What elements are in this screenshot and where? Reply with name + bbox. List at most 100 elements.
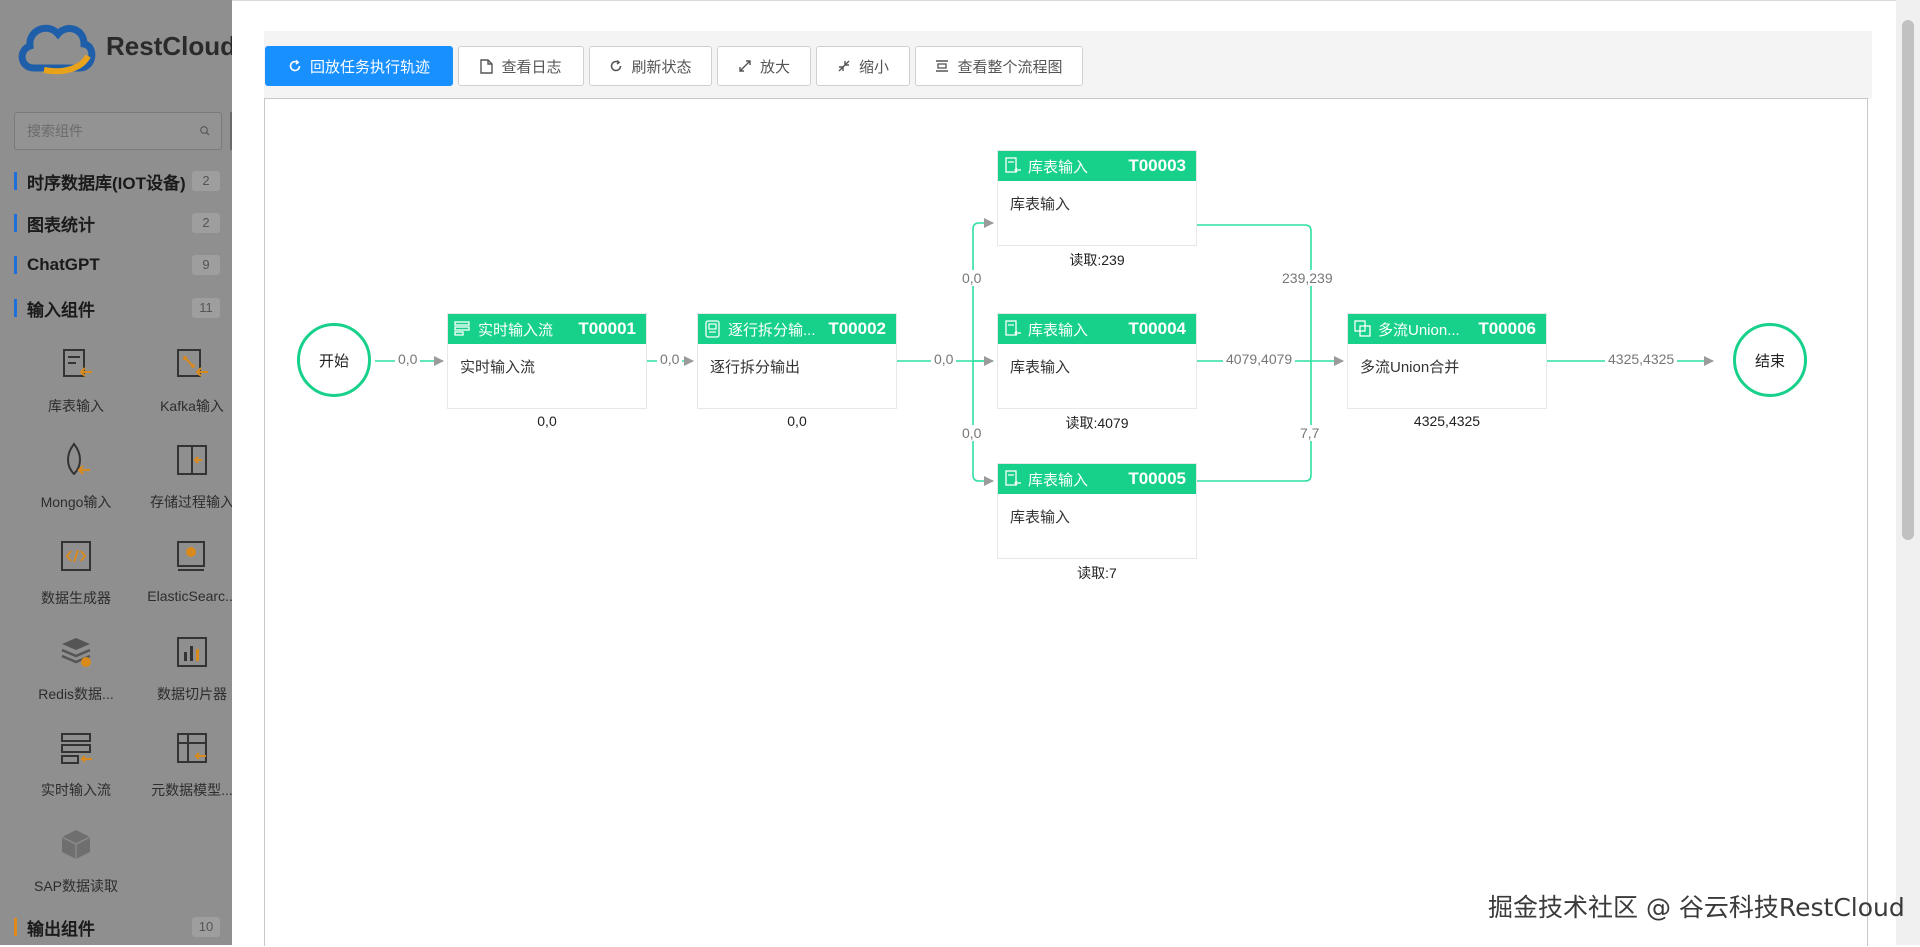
watermark: 掘金技术社区 @ 谷云科技RestCloud [1488,893,1905,922]
end-node[interactable]: 结束 [1733,323,1807,397]
node-header: 库表输入 T00003 [998,151,1196,181]
flow-node-t00006[interactable]: 多流Union... T00006 多流Union合并 [1348,314,1546,408]
category-input[interactable]: 输入组件 11 [14,293,220,323]
kafka-input-icon [177,349,208,377]
start-node[interactable]: 开始 [297,323,371,397]
component-kafka-input[interactable]: Kafka输入 [134,340,232,436]
node-body: 多流Union合并 [1360,359,1460,376]
component-label: 数据生成器 [41,590,111,606]
component-label: Mongo输入 [40,494,112,510]
scrollbar-thumb[interactable] [1902,20,1914,540]
component-sap-read[interactable]: SAP数据读取 [18,820,134,916]
component-data-generator[interactable]: 数据生成器 [18,532,134,628]
category-chatgpt[interactable]: ChatGPT 9 [14,250,220,280]
category-count: 2 [192,213,220,233]
stored-procedure-icon [177,445,207,475]
category-marker [14,172,17,190]
node-body: 实时输入流 [460,359,536,376]
category-output[interactable]: 输出组件 10 [14,912,220,942]
flow-node-t00003[interactable]: 库表输入 T00003 库表输入 [998,151,1196,245]
component-label: ElasticSearc... [147,588,232,604]
file-icon [480,58,494,74]
component-table-input[interactable]: 库表输入 [18,340,134,436]
category-marker [14,214,17,232]
flow-node-t00005[interactable]: 库表输入 T00005 库表输入 [998,464,1196,558]
code-generator-icon [61,541,91,571]
node-body: 库表输入 [1010,509,1071,526]
component-label: 实时输入流 [41,782,111,798]
edge-label: 0,0 [931,351,957,367]
edge-label: 0,0 [395,351,421,367]
component-elasticsearch[interactable]: ElasticSearc... [134,532,232,628]
edge-label: 7,7 [1297,425,1323,441]
node-stat: 读取:4079 [1065,415,1129,431]
category-timeseries[interactable]: 时序数据库(IOT设备) 2 [14,166,220,196]
node-id: T00002 [828,319,886,338]
replay-icon [289,59,301,72]
view-logs-label: 查看日志 [501,58,562,76]
category-charts[interactable]: 图表统计 2 [14,208,220,238]
component-redis[interactable]: Redis数据... [18,628,134,724]
union-merge-icon [1354,320,1371,337]
category-marker [14,918,17,936]
stream-input-icon [454,321,470,336]
edge-label: 0,0 [657,351,683,367]
node-id: T00006 [1478,319,1536,338]
table-input-icon [1005,320,1021,336]
search-icon[interactable] [199,122,211,140]
replay-trace-button[interactable]: 回放任务执行轨迹 [265,46,453,86]
node-type: 逐行拆分输... [728,321,816,339]
category-count: 11 [192,298,220,318]
node-stat: 读取:239 [1069,252,1125,268]
category-count: 10 [192,917,220,937]
node-header: 库表输入 T00004 [998,314,1196,344]
node-body: 库表输入 [1010,196,1071,213]
main-area: 回放任务执行轨迹 查看日志 刷新状态 放大 缩小 查看整个流程图 开始 结束 实… [232,0,1896,946]
fit-view-icon [936,60,949,72]
cloud-logo-icon [18,24,96,75]
component-stream-input[interactable]: 实时输入流 [18,724,134,820]
category-label: 图表统计 [27,215,95,235]
stream-input-icon [61,733,92,764]
component-search [14,112,222,150]
flow-canvas[interactable]: 开始 结束 实时输入流 T00001 实时输入流 0,0 逐行拆分输... T0… [264,98,1868,946]
chart-slicer-icon [177,637,207,667]
node-type: 库表输入 [1028,158,1089,176]
component-label: 数据切片器 [157,686,227,702]
shrink-icon [838,60,850,72]
view-full-flow-button[interactable]: 查看整个流程图 [915,46,1083,86]
component-sidebar: RestCloud 时序数据库(IOT设备) 2 图表统计 2 ChatGPT … [0,0,232,945]
flow-node-t00004[interactable]: 库表输入 T00004 库表输入 [998,314,1196,408]
component-mongo-input[interactable]: Mongo输入 [18,436,134,532]
flow-node-t00001[interactable]: 实时输入流 T00001 实时输入流 [448,314,646,408]
node-body: 库表输入 [1010,359,1071,376]
refresh-status-label: 刷新状态 [631,58,692,76]
flow-node-t00002[interactable]: 逐行拆分输... T00002 逐行拆分输出 [698,314,896,408]
component-slicer[interactable]: 数据切片器 [134,628,232,724]
edge-label: 4079,4079 [1223,351,1296,367]
node-type: 多流Union... [1378,321,1460,339]
replay-trace-label: 回放任务执行轨迹 [309,58,430,76]
category-label: 输出组件 [27,919,95,939]
logo: RestCloud [14,16,232,76]
zoom-out-button[interactable]: 缩小 [816,46,910,86]
view-logs-button[interactable]: 查看日志 [458,46,584,86]
search-input[interactable] [25,122,199,140]
node-type: 库表输入 [1028,321,1089,339]
metadata-model-icon [177,733,207,763]
expand-icon [739,60,751,72]
category-label: 输入组件 [27,300,95,320]
component-label: 库表输入 [48,398,104,414]
node-type: 实时输入流 [478,321,554,339]
zoom-in-button[interactable]: 放大 [717,46,811,86]
category-label: 时序数据库(IOT设备) [27,173,186,193]
redis-icon [61,638,91,667]
component-stored-procedure[interactable]: 存储过程输入 [134,436,232,532]
category-label: ChatGPT [27,255,100,274]
component-metadata-model[interactable]: 元数据模型... [134,724,232,820]
component-label: Kafka输入 [160,398,224,414]
node-id: T00004 [1128,319,1186,338]
table-input-icon [1005,470,1021,486]
category-count: 9 [192,255,220,275]
refresh-status-button[interactable]: 刷新状态 [589,46,712,86]
